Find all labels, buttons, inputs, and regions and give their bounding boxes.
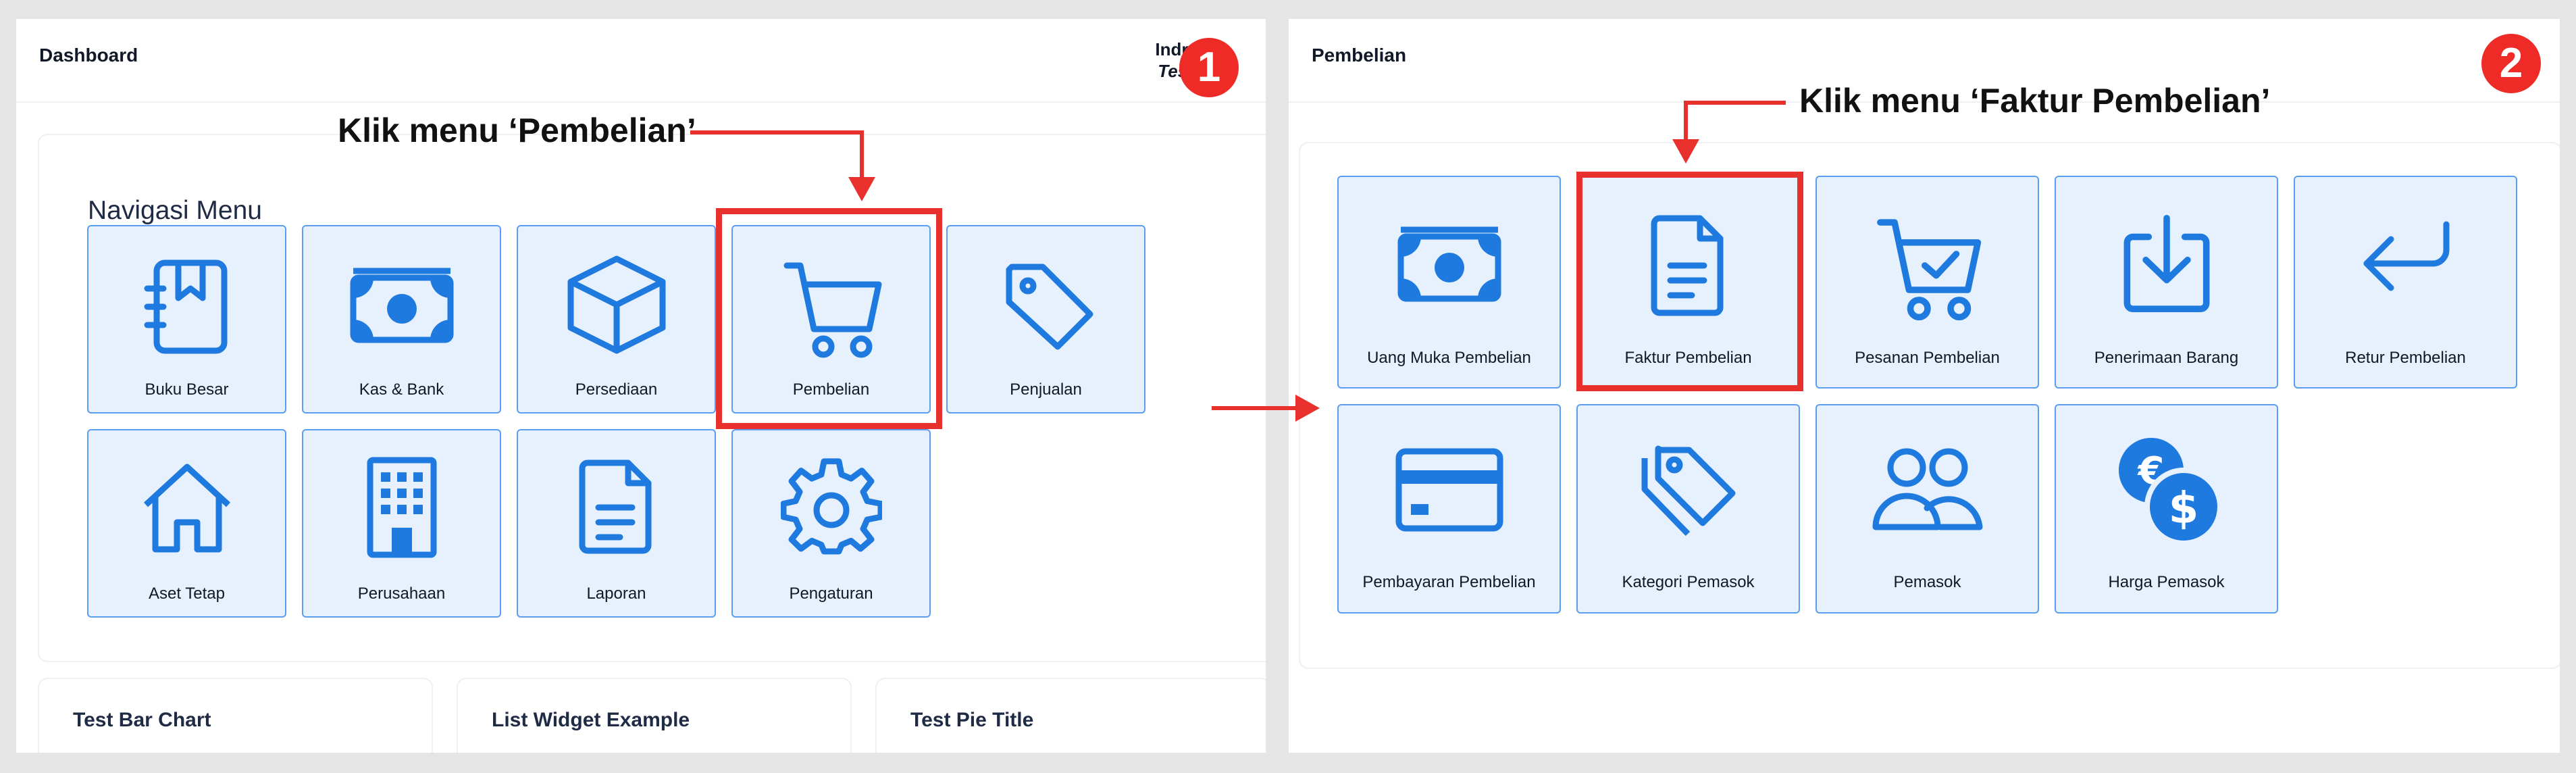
instruction-text-1: Klik menu ‘Pembelian’ xyxy=(338,111,696,149)
page-title: Dashboard xyxy=(39,45,138,66)
tile-label: Aset Tetap xyxy=(149,584,225,603)
widget-card: List Widget Example xyxy=(457,678,852,753)
menu-tile-pesanan-pembelian[interactable]: Pesanan Pembelian xyxy=(1815,176,2039,389)
menu-tile-pembayaran-pembelian[interactable]: Pembayaran Pembelian xyxy=(1337,404,1561,614)
currency-coins-icon: € $ xyxy=(2118,438,2223,546)
instruction-text-2: Klik menu ‘Faktur Pembelian’ xyxy=(1799,82,2271,120)
menu-tile-penjualan[interactable]: Penjualan xyxy=(946,225,1145,414)
building-icon xyxy=(367,457,436,558)
section-title: Navigasi Menu xyxy=(88,196,262,225)
menu-tile-buku-besar[interactable]: Buku Besar xyxy=(87,225,286,414)
widget-card: Test Bar Chart xyxy=(38,678,433,753)
cart-check-icon xyxy=(1876,219,1981,321)
tile-label: Pengaturan xyxy=(789,584,873,603)
widget-title: Test Pie Title xyxy=(910,709,1034,731)
tile-label: Penerimaan Barang xyxy=(2094,349,2239,367)
menu-tile-uang-muka-pembelian[interactable]: Uang Muka Pembelian xyxy=(1337,176,1561,389)
highlight-box-pembelian xyxy=(716,208,942,429)
download-tray-icon xyxy=(2123,215,2209,312)
menu-tile-aset-tetap[interactable]: Aset Tetap xyxy=(87,429,286,618)
banknote-icon xyxy=(1397,226,1501,302)
widget-title: Test Bar Chart xyxy=(73,709,211,731)
tile-label: Retur Pembelian xyxy=(2345,349,2466,367)
tile-label: Laporan xyxy=(586,584,646,603)
widget-card: Test Pie Title xyxy=(875,678,1266,753)
house-icon xyxy=(143,464,230,553)
gear-icon xyxy=(780,458,882,555)
menu-tile-pengaturan[interactable]: Pengaturan xyxy=(731,429,931,618)
menu-tile-penerimaan-barang[interactable]: Penerimaan Barang xyxy=(2055,176,2278,389)
tile-label: Harga Pemasok xyxy=(2108,573,2225,591)
tile-label: Perusahaan xyxy=(357,584,446,603)
tags-icon xyxy=(1641,445,1735,537)
tag-icon xyxy=(1006,264,1093,350)
tile-label: Kategori Pemasok xyxy=(1622,573,1755,591)
tile-label: Penjualan xyxy=(1010,380,1082,399)
widget-title: List Widget Example xyxy=(492,709,690,731)
menu-tile-harga-pemasok[interactable]: € $ Harga Pemasok xyxy=(2055,404,2278,614)
menu-tile-laporan[interactable]: Laporan xyxy=(517,429,716,618)
pembelian-screen: Pembelian Uang Muka Pembelian Faktur Pem… xyxy=(1289,19,2560,753)
menu-tile-kategori-pemasok[interactable]: Kategori Pemasok xyxy=(1576,404,1800,614)
menu-tile-pemasok[interactable]: Pemasok xyxy=(1815,404,2039,614)
tile-label: Pembayaran Pembelian xyxy=(1362,573,1536,591)
menu-tile-persediaan[interactable]: Persediaan xyxy=(517,225,716,414)
svg-text:$: $ xyxy=(2168,484,2198,534)
menu-tile-perusahaan[interactable]: Perusahaan xyxy=(302,429,501,618)
credit-card-icon xyxy=(1395,448,1503,532)
banknote-icon xyxy=(350,268,453,343)
tile-label: Persediaan xyxy=(575,380,658,399)
tile-label: Pesanan Pembelian xyxy=(1855,349,2000,367)
tile-label: Buku Besar xyxy=(145,380,229,399)
tile-label: Kas & Bank xyxy=(359,380,444,399)
step-badge-2: 2 xyxy=(2481,34,2541,93)
tile-label: Pemasok xyxy=(1893,573,1961,591)
return-arrow-icon xyxy=(2363,221,2449,291)
document-icon xyxy=(579,459,651,554)
menu-tile-kas-bank[interactable]: Kas & Bank xyxy=(302,225,501,414)
highlight-box-faktur-pembelian xyxy=(1576,172,1803,391)
tile-label: Uang Muka Pembelian xyxy=(1367,349,1531,367)
box-icon xyxy=(567,255,665,354)
menu-tile-retur-pembelian[interactable]: Retur Pembelian xyxy=(2294,176,2517,389)
step-badge-1: 1 xyxy=(1179,38,1239,97)
page-title: Pembelian xyxy=(1312,45,1407,66)
book-icon xyxy=(144,259,227,354)
users-icon xyxy=(1872,448,1982,530)
top-bar: Dashboard Indra Testi xyxy=(16,19,1266,103)
